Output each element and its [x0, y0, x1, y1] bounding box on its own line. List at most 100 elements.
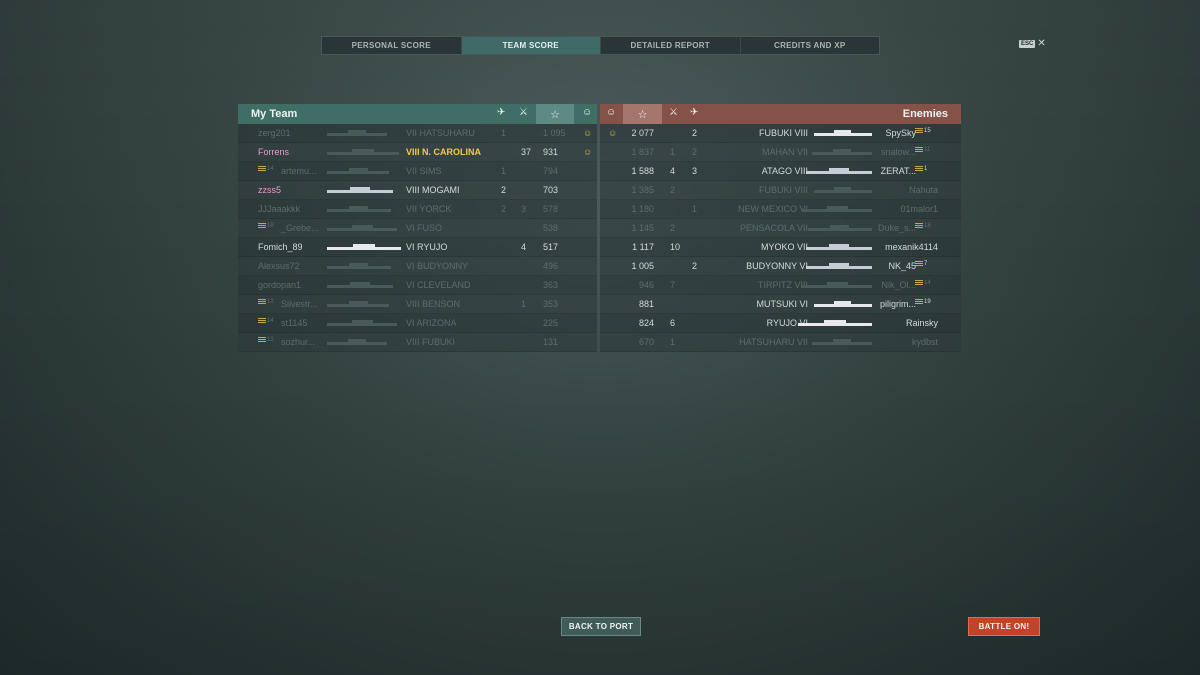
xp-value: 517	[543, 242, 559, 252]
tab-credits-xp[interactable]: CREDITS AND XP	[741, 37, 880, 54]
table-row[interactable]: zerg201 VII HATSUHARU 1 1 095 ☺	[238, 124, 597, 143]
player-name[interactable]: Alexsus72	[258, 261, 300, 271]
player-name[interactable]: ZERAT...	[881, 166, 916, 176]
ship-superstructure	[827, 282, 848, 285]
table-row[interactable]: 670 1 HATSUHARU VII kydbst	[600, 333, 961, 352]
player-name[interactable]: Nahuta	[909, 185, 938, 195]
table-row[interactable]: 1 005 2 BUDYONNY VI 7 NK_45	[600, 257, 961, 276]
xp-value: 881	[638, 299, 654, 309]
player-name[interactable]: st1145	[281, 318, 307, 328]
table-row[interactable]: 1 145 2 PENSACOLA VII 18 Duke_s...	[600, 219, 961, 238]
table-row[interactable]: 1 180 1 NEW MEXICO VI 01malor1	[600, 200, 961, 219]
table-row[interactable]: ☺ 2 077 2 FUBUKI VIII 15 SpySky	[600, 124, 961, 143]
tab-team-score[interactable]: TEAM SCORE	[461, 37, 601, 54]
player-name[interactable]: 01malor1	[900, 204, 938, 214]
table-row[interactable]: 1 837 1 2 MAHAN VII 11 snalow...	[600, 143, 961, 162]
rank-chevron-icon	[915, 223, 923, 229]
table-row[interactable]: 1 588 4 3 ATAGO VIII 1 ZERAT...	[600, 162, 961, 181]
player-name[interactable]: Nik_Ol...	[881, 280, 916, 290]
table-row[interactable]: gordopan1 VI CLEVELAND 363	[238, 276, 597, 295]
player-name[interactable]: zzss5	[258, 185, 281, 195]
planes-value: 2	[692, 128, 698, 138]
player-name[interactable]: mexanik4114	[885, 242, 938, 252]
table-row[interactable]: 1 117 10 MYOKO VII mexanik4114	[600, 238, 961, 257]
tab-detailed-report[interactable]: DETAILED REPORT	[601, 37, 741, 54]
player-name[interactable]: sozhur...	[281, 337, 315, 347]
player-name[interactable]: kydbst	[912, 337, 938, 347]
table-row[interactable]: Forrens VIII N. CAROLINA 37 931 ☺	[238, 143, 597, 162]
table-row[interactable]: 12 Silvestr... VIII BENSON 1 353	[238, 295, 597, 314]
ship-silhouette	[814, 187, 872, 193]
ship-tier: VII	[796, 337, 808, 347]
my-team-title: My Team	[251, 108, 298, 120]
table-row[interactable]: Fomich_89 VI RYUJO 4 517	[238, 238, 597, 257]
xp-value: 931	[543, 147, 559, 157]
rank-badge: 14	[915, 280, 931, 286]
rank-number: 11	[924, 147, 931, 153]
table-row[interactable]: 18 _Grebe... VI FUSO 538	[238, 219, 597, 238]
rank-number: 7	[924, 261, 928, 267]
ship-label: PENSACOLA VII	[740, 223, 808, 233]
planes-value: 1	[501, 166, 507, 176]
ship-hull	[327, 266, 391, 269]
back-to-port-button[interactable]: BACK TO PORT	[561, 617, 641, 636]
player-name[interactable]: Duke_s...	[878, 223, 916, 233]
table-row[interactable]: 14 artemu... VII SIMS 1 794	[238, 162, 597, 181]
kills-value: 4	[670, 166, 676, 176]
table-row[interactable]: 946 7 TIRPITZ VIII 14 Nik_Ol...	[600, 276, 961, 295]
xp-value: 1 588	[631, 166, 654, 176]
ship-hull	[814, 304, 872, 307]
ship-name: BENSON	[422, 299, 461, 309]
table-row[interactable]: 881 MUTSUKI VI 19 piligrim...	[600, 295, 961, 314]
ship-label: MUTSUKI VI	[756, 299, 808, 309]
ship-silhouette	[327, 282, 393, 288]
player-name[interactable]: NK_45	[888, 261, 916, 271]
table-row[interactable]: zzss5 VIII MOGAMI 2 703	[238, 181, 597, 200]
ship-superstructure	[352, 149, 374, 152]
player-name[interactable]: Rainsky	[906, 318, 938, 328]
rank-badge: 14	[258, 166, 274, 172]
ship-silhouette	[327, 320, 397, 326]
battle-on-button[interactable]: BATTLE ON!	[968, 617, 1040, 636]
table-row[interactable]: 1 385 2 FUBUKI VIII Nahuta	[600, 181, 961, 200]
rank-chevron-icon	[258, 223, 266, 229]
tab-personal-score[interactable]: PERSONAL SCORE	[322, 37, 462, 54]
rank-badge: 11	[915, 147, 930, 153]
player-name[interactable]: artemu...	[281, 166, 317, 176]
ship-name: MOGAMI	[422, 185, 460, 195]
star-icon: ☆	[623, 104, 662, 124]
table-row[interactable]: 14 st1145 VI ARIZONA 225	[238, 314, 597, 333]
ship-label: VIII FUBUKI	[406, 337, 455, 347]
player-name[interactable]: snalow...	[881, 147, 916, 157]
player-name[interactable]: gordopan1	[258, 280, 301, 290]
player-name[interactable]: Silvestr...	[281, 299, 318, 309]
ship-name: HATSUHARU	[419, 128, 475, 138]
player-name[interactable]: Fomich_89	[258, 242, 303, 252]
player-name[interactable]: SpySky	[885, 128, 916, 138]
player-name[interactable]: _Grebe...	[281, 223, 319, 233]
table-row[interactable]: Alexsus72 VI BUDYONNY 496	[238, 257, 597, 276]
ship-hull	[798, 323, 872, 326]
ship-name: ATAGO	[761, 166, 792, 176]
rank-chevron-icon	[915, 128, 923, 134]
table-row[interactable]: JJJaaakkk VII YORCK 2 3 578	[238, 200, 597, 219]
player-name[interactable]: zerg201	[258, 128, 291, 138]
enemies-table: ☺ ☆ ⚔ ✈ Enemies ☺ 2 077 2 FUBUKI VIII 15 SpyS…	[600, 104, 961, 352]
ship-silhouette	[806, 244, 872, 250]
ship-label: FUBUKI VIII	[759, 128, 808, 138]
player-name[interactable]: Forrens	[258, 147, 289, 157]
table-row[interactable]: 12 sozhur... VIII FUBUKI 131	[238, 333, 597, 352]
crossed-swords-icon: ⚔	[669, 107, 678, 118]
kills-value: 1	[670, 147, 676, 157]
ship-label: VIII BENSON	[406, 299, 460, 309]
table-row[interactable]: 8246RYUJO VIRainsky	[600, 314, 961, 333]
player-name[interactable]: piligrim...	[880, 299, 916, 309]
ship-tier: VII	[406, 166, 418, 176]
close-button[interactable]: ESC ✕	[1019, 39, 1046, 49]
ship-hull	[808, 228, 872, 231]
xp-value: 578	[543, 204, 559, 214]
smile-icon: ☺	[583, 147, 593, 157]
ship-hull	[327, 323, 397, 326]
player-name[interactable]: JJJaaakkk	[258, 204, 300, 214]
ship-hull	[327, 171, 389, 174]
